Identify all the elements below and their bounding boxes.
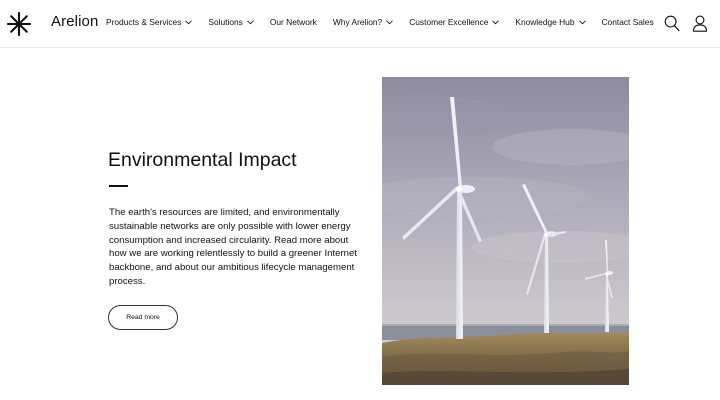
nav-knowledge-hub[interactable]: Knowledge Hub <box>515 17 586 27</box>
nav-label: Products & Services <box>106 17 182 27</box>
search-icon[interactable] <box>664 15 680 32</box>
section-title: Environmental Impact <box>108 149 297 171</box>
section-body: The earth's resources are limited, and e… <box>109 207 357 287</box>
nav-why-arelion[interactable]: Why Arelion? <box>332 17 394 27</box>
nav-products-services[interactable]: Products & Services <box>106 17 193 27</box>
chevron-down-icon <box>578 19 586 24</box>
nav-label: Our Network <box>269 17 317 27</box>
nav-label: Why Arelion? <box>332 17 383 27</box>
nav-contact-sales[interactable]: Contact Sales <box>602 17 654 27</box>
nav-label: Customer Excellence <box>409 17 489 27</box>
wind-turbines-photo <box>382 77 629 385</box>
nav-label: Solutions <box>208 17 243 27</box>
chevron-down-icon <box>386 19 394 24</box>
chevron-down-icon <box>247 19 254 24</box>
chevron-down-icon <box>492 19 500 24</box>
nav-label: Contact Sales <box>601 17 654 27</box>
brand-name: Arelion <box>51 13 99 30</box>
nav-our-network[interactable]: Our Network <box>270 17 317 27</box>
nav-customer-excellence[interactable]: Customer Excellence <box>409 17 500 27</box>
nav-solutions[interactable]: Solutions <box>208 17 254 27</box>
site-header: Arelion Products & Services Solutions Ou… <box>0 0 720 48</box>
main-nav: Products & Services Solutions Our Networ… <box>106 17 654 27</box>
read-more-button[interactable]: Read more <box>108 305 178 330</box>
brand-logo[interactable]: Arelion <box>7 12 98 36</box>
user-icon[interactable] <box>692 15 708 32</box>
title-underline <box>109 185 128 187</box>
header-tools <box>664 15 708 32</box>
asterisk-logo-icon <box>7 12 31 36</box>
chevron-down-icon <box>185 19 193 24</box>
nav-label: Knowledge Hub <box>515 17 575 27</box>
